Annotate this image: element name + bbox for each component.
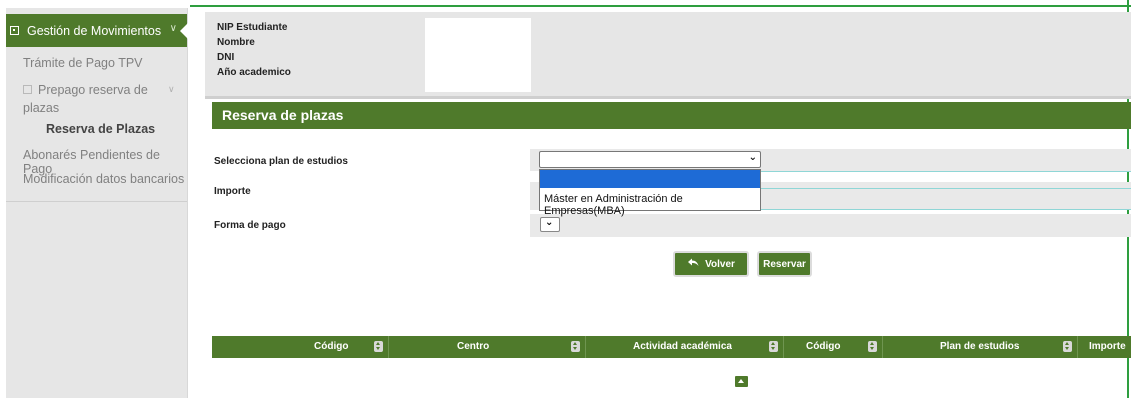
top-border-line [190,5,1131,7]
sidebar-item-prepago-reserva[interactable]: Prepago reserva de plazas [23,81,148,117]
back-arrow-icon [687,258,699,270]
column-header-codigo-plan[interactable]: Código [806,336,840,358]
scroll-to-top-icon[interactable] [735,376,748,387]
volver-button[interactable]: Volver [673,251,749,277]
label-nombre: Nombre [217,37,255,48]
forma-pago-row-bg [530,214,1131,237]
section-title: Reserva de plazas [222,107,344,123]
sidebar-item-label: Modificación datos bancarios [23,172,185,186]
square-menu-icon [10,26,19,35]
chevron-down-icon[interactable]: ∨ [170,23,177,34]
sidebar-item-label: Reserva de Plazas [46,122,156,136]
forma-pago-label: Forma de pago [214,220,286,231]
sidebar-section-gestion-movimientos[interactable]: Gestión de Movimientos ∨ [6,14,188,47]
row-divider-line [761,209,1131,210]
active-notch-icon [180,23,188,39]
student-info-card: NIP Estudiante Nombre DNI Año academico [205,12,1131,99]
column-separator [1077,336,1078,358]
column-header-plan-estudios[interactable]: Plan de estudios [940,336,1019,358]
reservar-button[interactable]: Reservar [757,251,812,277]
reservar-label: Reservar [763,258,806,270]
row-divider-line [761,171,1131,172]
label-dni: DNI [217,52,235,63]
column-header-label: Centro [457,341,490,352]
section-title-bar: Reserva de plazas [212,102,1131,129]
sidebar-item-label: Trámite de Pago TPV [23,56,143,70]
column-header-label: Código [314,341,349,352]
dropdown-option-empty[interactable] [540,170,760,188]
plan-estudios-select[interactable]: ⌄ [539,151,761,168]
column-separator [388,336,389,358]
square-submenu-icon [23,85,32,95]
label-ano-academico: Año academico [217,67,291,78]
column-header-centro[interactable]: Centro [457,336,489,358]
column-header-label: Importe [1089,341,1126,352]
column-separator [882,336,883,358]
forma-pago-select[interactable]: ⌄ [540,217,560,232]
volver-label: Volver [705,258,735,270]
sidebar-divider [6,201,187,202]
results-table-header: Código Centro Actividad académica Código… [212,336,1131,358]
column-header-importe[interactable]: Importe [1089,336,1126,358]
sort-icon[interactable] [769,341,778,352]
sort-icon[interactable] [1063,341,1072,352]
sort-icon[interactable] [374,341,383,352]
column-header-label: Actividad académica [633,341,732,352]
row-divider-line [761,188,1131,189]
column-header-label: Código [806,341,841,352]
plan-estudios-dropdown: Máster en Administración de Empresas(MBA… [539,169,761,217]
sidebar-section-label: Gestión de Movimientos [27,23,162,38]
student-values-box [425,18,531,92]
sidebar: Gestión de Movimientos ∨ Trámite de Pago… [6,8,188,398]
chevron-down-icon[interactable]: ∨ [168,85,175,95]
label-nip-estudiante: NIP Estudiante [217,22,288,33]
sidebar-item-modificacion-datos-bancarios[interactable]: Modificación datos bancarios [23,172,184,186]
chevron-down-icon: ⌄ [748,152,757,163]
sidebar-item-reserva-de-plazas[interactable]: Reserva de Plazas [46,122,155,136]
sort-icon[interactable] [571,341,580,352]
column-header-actividad-academica[interactable]: Actividad académica [633,336,732,358]
chevron-down-icon: ⌄ [545,217,554,228]
plan-estudios-label: Selecciona plan de estudios [214,156,348,167]
column-separator [783,336,784,358]
column-header-label: Plan de estudios [940,341,1020,352]
sidebar-item-label: Prepago reserva de [38,83,148,97]
column-header-codigo[interactable]: Código [314,336,348,358]
sidebar-item-label-line2: plazas [23,101,60,115]
sort-icon[interactable] [868,341,877,352]
column-separator [585,336,586,358]
importe-label: Importe [214,186,251,197]
dropdown-option-mba[interactable]: Máster en Administración de Empresas(MBA… [544,193,760,217]
dropdown-option-label: Máster en Administración de Empresas(MBA… [544,193,683,217]
sidebar-item-tramite-pago-tpv[interactable]: Trámite de Pago TPV [23,56,143,70]
